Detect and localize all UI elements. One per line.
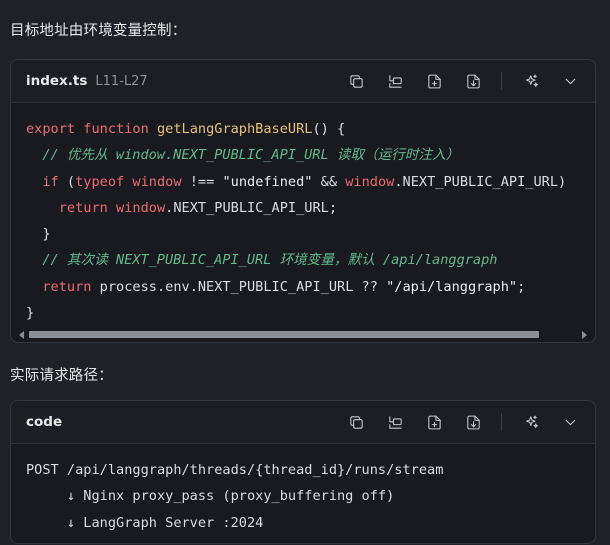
code-token: window xyxy=(345,173,395,190)
code-token: "undefined" xyxy=(222,173,313,190)
code-block-line-range: L11-L27 xyxy=(95,73,148,89)
code-line: return process.env.NEXT_PUBLIC_API_URL ?… xyxy=(26,274,595,300)
code-token: return xyxy=(42,278,92,295)
code-line: if (typeof window !== "undefined" && win… xyxy=(26,169,595,195)
scroll-right-icon[interactable] xyxy=(582,331,587,339)
code-content: POST /api/langgraph/threads/{thread_id}/… xyxy=(11,444,595,536)
code-line: } xyxy=(26,300,595,326)
code-token: getLangGraphBaseURL xyxy=(156,121,313,137)
code-block-filename: index.ts xyxy=(26,73,88,89)
code-token: window xyxy=(132,173,182,190)
code-line: ↓ Nginx proxy_pass (proxy_buffering off) xyxy=(26,488,395,505)
code-token: ( xyxy=(58,173,76,190)
new-file-icon[interactable] xyxy=(424,71,444,91)
copy-icon[interactable] xyxy=(346,71,366,91)
code-token: // 优先从 window.NEXT_PUBLIC_API_URL 读取（运行时… xyxy=(26,147,460,164)
code-token: () { xyxy=(312,121,346,137)
code-block-index-ts: index.ts L11-L27 export function getLang… xyxy=(10,59,596,343)
code-token: "/api/langgraph" xyxy=(386,278,518,295)
chevron-down-icon[interactable] xyxy=(560,71,580,91)
code-block-toolbar xyxy=(327,71,580,91)
chevron-down-icon[interactable] xyxy=(560,412,580,432)
code-line: // 其次读 NEXT_PUBLIC_API_URL 环境变量，默认 /api/… xyxy=(26,247,595,273)
section-heading-path: 实际请求路径： xyxy=(10,368,113,384)
scroll-left-icon[interactable] xyxy=(19,331,24,339)
save-file-icon[interactable] xyxy=(463,71,483,91)
code-token: } xyxy=(26,226,51,243)
code-block-header: code xyxy=(11,401,595,444)
code-token: } xyxy=(26,305,35,322)
code-block-request-path: code POST /api/langgraph/threads/{thread… xyxy=(10,400,596,544)
code-token: process.env.NEXT_PUBLIC_API_URL ?? xyxy=(91,278,387,295)
code-token: function xyxy=(83,121,157,137)
ai-sparkle-icon[interactable] xyxy=(521,412,541,432)
insert-icon[interactable] xyxy=(385,412,405,432)
code-line: ↓ LangGraph Server :2024 xyxy=(26,514,264,531)
code-token: export xyxy=(26,121,84,137)
code-content: export function getLangGraphBaseURL() { … xyxy=(11,103,595,326)
toolbar-divider xyxy=(501,72,502,90)
scrollbar-thumb[interactable] xyxy=(29,331,539,338)
code-block-header: index.ts L11-L27 xyxy=(11,60,595,103)
code-token: return xyxy=(58,199,108,216)
code-token: !== xyxy=(181,173,223,190)
copy-icon[interactable] xyxy=(346,412,366,432)
code-token: window xyxy=(116,199,166,216)
insert-icon[interactable] xyxy=(385,71,405,91)
new-file-icon[interactable] xyxy=(424,412,444,432)
horizontal-scrollbar[interactable] xyxy=(19,330,587,339)
save-file-icon[interactable] xyxy=(463,412,483,432)
code-token: && xyxy=(312,173,346,190)
code-block-filename: code xyxy=(26,414,63,430)
ai-sparkle-icon[interactable] xyxy=(521,71,541,91)
section-heading-env: 目标地址由环境变量控制： xyxy=(10,23,187,39)
code-line: POST /api/langgraph/threads/{thread_id}/… xyxy=(26,462,444,478)
code-token: .NEXT_PUBLIC_API_URL; xyxy=(165,199,338,216)
code-line: export function getLangGraphBaseURL() { xyxy=(26,116,595,142)
code-token: .NEXT_PUBLIC_API_URL) xyxy=(394,173,567,190)
code-line: // 优先从 window.NEXT_PUBLIC_API_URL 读取（运行时… xyxy=(26,142,595,168)
toolbar-divider xyxy=(501,413,502,431)
code-token: // 其次读 NEXT_PUBLIC_API_URL 环境变量，默认 /api/… xyxy=(26,252,498,269)
code-block-toolbar xyxy=(327,412,580,432)
code-line: return window.NEXT_PUBLIC_API_URL; xyxy=(26,195,595,221)
code-token: typeof xyxy=(75,173,125,190)
code-line: } xyxy=(26,221,595,247)
code-token: if xyxy=(42,173,59,190)
code-token: ; xyxy=(517,278,526,295)
